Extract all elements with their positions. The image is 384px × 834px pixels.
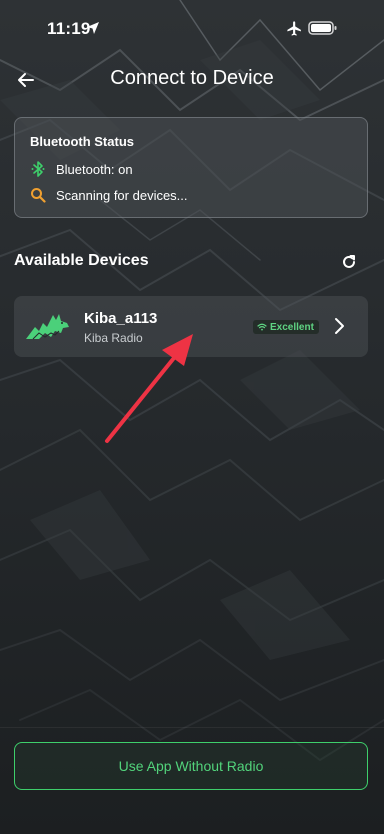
device-list-item[interactable]: Kiba_a113 Kiba Radio Excellent <box>14 296 368 357</box>
nav-bar: Connect to Device <box>0 60 384 100</box>
bluetooth-state-text: Bluetooth: on <box>56 161 133 177</box>
bluetooth-status-card: Bluetooth Status Bluetooth: on Scanning … <box>14 117 368 218</box>
bluetooth-icon <box>29 160 47 178</box>
refresh-button[interactable] <box>338 252 360 272</box>
search-icon <box>29 186 47 204</box>
use-app-without-radio-button[interactable]: Use App Without Radio <box>14 742 368 790</box>
footer-divider <box>0 727 384 728</box>
scanning-row: Scanning for devices... <box>29 186 188 204</box>
airplane-icon <box>287 21 301 36</box>
status-time: 11:19 <box>47 19 91 38</box>
signal-strength-label: Excellent <box>270 321 314 333</box>
available-devices-heading: Available Devices <box>14 252 149 269</box>
signal-strength-badge: Excellent <box>253 320 319 334</box>
scanning-text: Scanning for devices... <box>56 187 188 203</box>
location-arrow-icon <box>87 22 99 34</box>
device-name: Kiba_a113 <box>84 310 158 327</box>
wolf-logo-icon <box>26 314 69 340</box>
bluetooth-state-row: Bluetooth: on <box>29 160 133 178</box>
device-type: Kiba Radio <box>84 331 143 345</box>
chevron-right-icon <box>335 318 344 334</box>
page-title: Connect to Device <box>110 67 274 89</box>
battery-icon <box>308 21 337 35</box>
status-bar: 11:19 <box>0 0 384 50</box>
refresh-icon <box>343 255 355 268</box>
bluetooth-status-title: Bluetooth Status <box>30 134 134 149</box>
wifi-signal-icon <box>257 323 267 331</box>
